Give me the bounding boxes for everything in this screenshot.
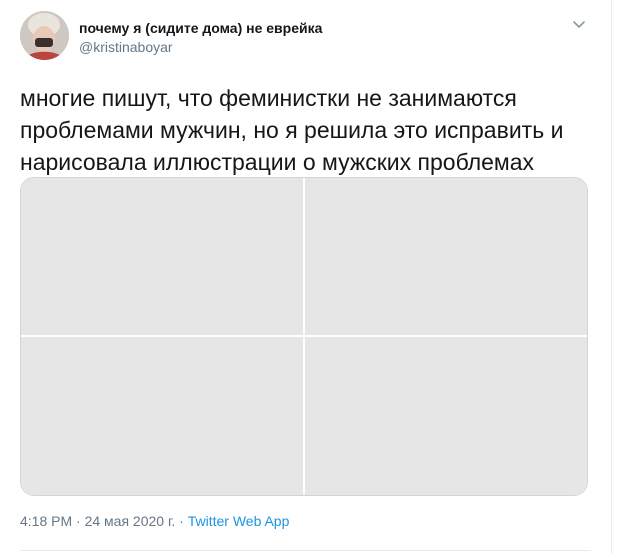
media-image-3[interactable] [21, 337, 303, 495]
tweet-meta: 4:18 PM · 24 мая 2020 г. · Twitter Web A… [20, 513, 289, 529]
chevron-down-icon[interactable] [569, 18, 589, 32]
media-image-1[interactable] [21, 178, 303, 335]
meta-separator: · [175, 513, 188, 529]
media-grid [20, 177, 588, 496]
tweet-timestamp[interactable]: 4:18 PM · 24 мая 2020 г. [20, 513, 175, 529]
media-image-4[interactable] [305, 337, 587, 495]
tweet-text: многие пишут, что феминистки не занимают… [20, 85, 564, 175]
author-handle[interactable]: @kristinaboyar [79, 39, 173, 55]
avatar[interactable] [20, 11, 69, 60]
divider [20, 550, 591, 551]
author-display-name[interactable]: почему я (сидите дома) не еврейка [79, 20, 322, 36]
tweet-source-link[interactable]: Twitter Web App [188, 513, 290, 529]
tweet-card: почему я (сидите дома) не еврейка @krist… [0, 0, 612, 554]
media-image-2[interactable] [305, 178, 587, 335]
